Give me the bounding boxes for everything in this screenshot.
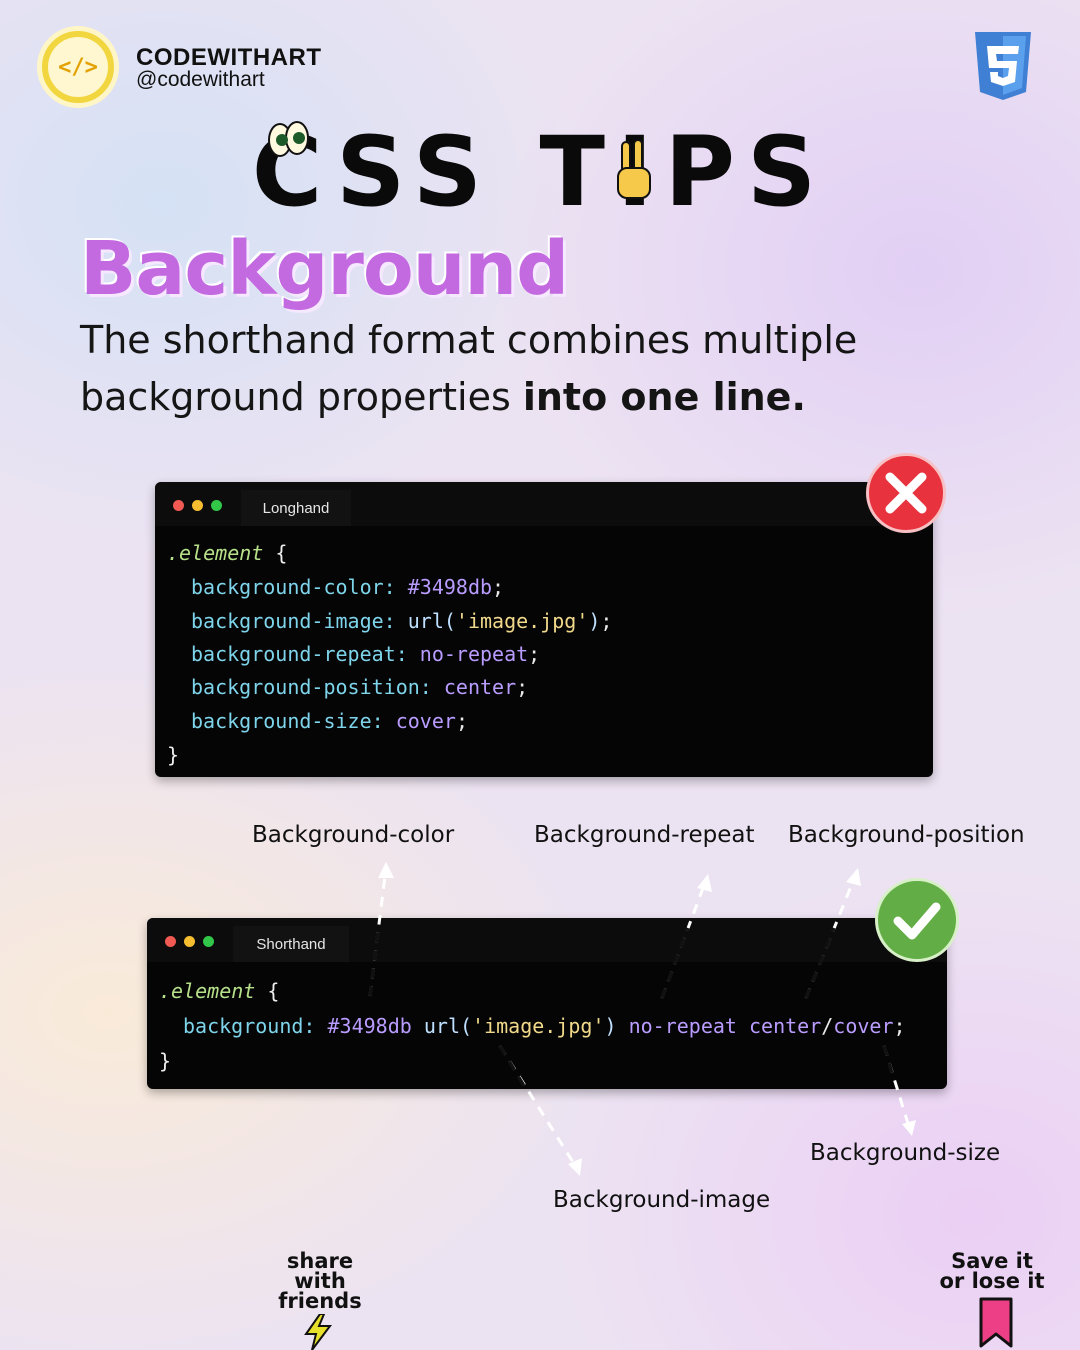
shorthand-code-window: Shorthand .element { background: #3498db… <box>147 918 947 1089</box>
code-line: .element { <box>159 979 280 1003</box>
code-line: background-size: cover; <box>191 709 468 733</box>
code-line: background-repeat: no-repeat; <box>191 642 541 666</box>
label-background-image: Background-image <box>553 1187 771 1213</box>
code-line: } <box>159 1049 172 1073</box>
topic-heading: Background <box>80 226 569 312</box>
code-line: } <box>167 743 180 767</box>
bookmark-icon[interactable] <box>978 1296 1014 1348</box>
close-dot <box>165 936 176 947</box>
cross-icon <box>885 472 927 514</box>
check-icon <box>893 902 941 940</box>
css3-icon <box>975 32 1031 100</box>
minimize-dot <box>192 500 203 511</box>
close-dot <box>173 500 184 511</box>
save-it-or-lose-it: Save it or lose it <box>939 1249 1045 1293</box>
brand-logo: </> <box>37 26 119 108</box>
brand-handle: @codewithart <box>136 68 265 91</box>
peace-hand-icon <box>617 140 651 199</box>
label-background-position: Background-position <box>788 822 1025 848</box>
tab-shorthand[interactable]: Shorthand <box>233 926 349 962</box>
window-tabbar: Longhand <box>155 482 933 526</box>
label-background-color: Background-color <box>252 822 455 848</box>
share-with-friends: share with friends <box>278 1249 362 1313</box>
label-background-size: Background-size <box>810 1140 1001 1166</box>
tab-longhand[interactable]: Longhand <box>241 490 351 526</box>
label-background-repeat: Background-repeat <box>534 822 755 848</box>
wrong-badge <box>866 453 946 533</box>
longhand-code: .element { background-color: #3498db; ba… <box>155 526 933 767</box>
lightning-icon <box>304 1314 332 1350</box>
code-icon: </> <box>48 37 108 97</box>
eyes-icon <box>268 121 309 157</box>
code-line: .element { <box>167 541 288 565</box>
code-line: background: #3498db url('image.jpg') no-… <box>183 1014 906 1038</box>
correct-badge <box>875 878 959 962</box>
description: The shorthand format combines multiple b… <box>80 318 858 419</box>
longhand-code-window: Longhand .element { background-color: #3… <box>155 482 933 777</box>
code-line: background-color: #3498db; <box>191 575 505 599</box>
shorthand-code: .element { background: #3498db url('imag… <box>147 962 947 1082</box>
maximize-dot <box>211 500 222 511</box>
code-line: background-position: center; <box>191 675 529 699</box>
window-tabbar: Shorthand <box>147 918 947 962</box>
maximize-dot <box>203 936 214 947</box>
page-title: CSS TIPS <box>251 116 829 228</box>
code-line: background-image: url('image.jpg'); <box>191 609 613 633</box>
minimize-dot <box>184 936 195 947</box>
